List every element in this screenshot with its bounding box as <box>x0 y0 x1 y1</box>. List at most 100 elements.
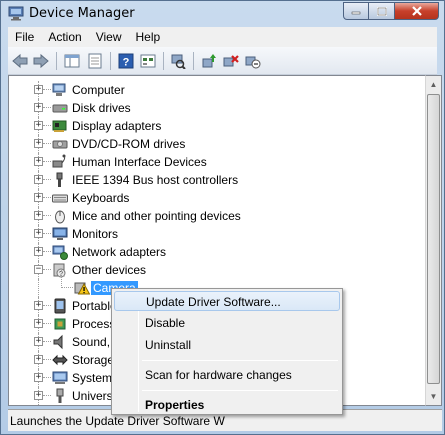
uninstall-icon[interactable] <box>223 53 239 69</box>
menu-bar: File Action View Help <box>8 27 437 47</box>
tree-item-label: Mice and other pointing devices <box>72 209 241 223</box>
tree-item-text: Disk drives <box>72 101 131 115</box>
expand-icon[interactable]: + <box>34 193 43 202</box>
tree-category-item[interactable]: + Monitors <box>9 225 425 243</box>
mouse-icon <box>55 210 65 224</box>
tree-item-label: Monitors <box>72 227 118 241</box>
menu-separator <box>142 360 338 361</box>
expand-icon[interactable]: + <box>34 121 43 130</box>
tree-category-item[interactable]: −? Other devices <box>9 261 425 279</box>
keyboard-icon <box>52 194 68 203</box>
expand-icon[interactable]: + <box>34 103 43 112</box>
tree-category-item[interactable]: + IEEE 1394 Bus host controllers <box>9 171 425 189</box>
tree-item-text: Computer <box>72 83 125 97</box>
device-manager-window: Device Manager File Action View Help ? +… <box>0 0 445 435</box>
tree-category-item[interactable]: + Disk drives <box>9 99 425 117</box>
network-adapter-icon <box>52 245 68 260</box>
expand-icon[interactable]: + <box>34 247 43 256</box>
properties-icon[interactable] <box>87 53 103 69</box>
expand-icon[interactable]: + <box>34 301 43 310</box>
warning-device-icon <box>74 282 90 295</box>
tree-item-label: Display adapters <box>72 119 161 133</box>
menu-help[interactable]: Help <box>129 30 168 44</box>
scan-hardware-icon[interactable] <box>170 53 186 69</box>
context-menu-update-driver-software[interactable]: Update Driver Software... <box>114 291 340 311</box>
tree-item-text: IEEE 1394 Bus host controllers <box>72 173 239 187</box>
context-menu-label: Uninstall <box>145 338 192 352</box>
context-menu-disable[interactable]: Disable <box>114 313 340 333</box>
expand-icon[interactable]: + <box>34 85 43 94</box>
tree-item-text: Other devices <box>72 263 147 277</box>
device-manager-icon <box>8 6 24 21</box>
menu-file[interactable]: File <box>8 30 41 44</box>
close-button[interactable] <box>395 2 439 20</box>
maximize-button[interactable] <box>369 2 395 20</box>
disable-icon[interactable] <box>245 53 261 69</box>
ieee1394-icon <box>56 172 63 187</box>
window-title: Device Manager <box>29 6 135 21</box>
expand-icon[interactable]: + <box>34 391 43 400</box>
tree-item-text: Mice and other pointing devices <box>72 209 241 223</box>
tree-category-item[interactable]: + Computer <box>9 81 425 99</box>
sound-icon <box>53 334 63 350</box>
tree-item-label: IEEE 1394 Bus host controllers <box>72 173 238 187</box>
expand-icon[interactable]: + <box>34 157 43 166</box>
view-icon[interactable] <box>140 53 156 69</box>
tree-item-text: Human Interface Devices <box>72 155 207 169</box>
tree-category-item[interactable]: + Network adapters <box>9 243 425 261</box>
title-bar[interactable]: Device Manager <box>1 1 444 27</box>
expand-icon[interactable]: + <box>34 337 43 346</box>
context-menu-label: Scan for hardware changes <box>145 368 292 382</box>
scroll-thumb[interactable] <box>427 94 440 384</box>
scroll-up-icon[interactable]: ▲ <box>426 76 441 93</box>
tree-category-item[interactable]: + DVD/CD-ROM drives <box>9 135 425 153</box>
context-menu-label: Update Driver Software... <box>146 295 281 309</box>
context-menu-scan-for-hardware-changes[interactable]: Scan for hardware changes <box>114 365 340 385</box>
collapse-icon[interactable]: − <box>34 265 43 274</box>
context-menu-label: Properties <box>145 398 205 412</box>
tree-category-item[interactable]: + Mice and other pointing devices <box>9 207 425 225</box>
context-menu-properties[interactable]: Properties <box>114 395 340 415</box>
tree-item-label: Network adapters <box>72 245 166 259</box>
tree-item-label: Other devices <box>72 263 146 277</box>
vertical-scrollbar[interactable]: ▲ ▼ <box>425 75 442 406</box>
tree-item-label: Disk drives <box>72 101 131 115</box>
tree-category-item[interactable]: + Human Interface Devices <box>9 153 425 171</box>
show-hide-console-tree-icon[interactable] <box>64 53 80 69</box>
tree-item-label: DVD/CD-ROM drives <box>72 137 185 151</box>
storage-icon <box>52 354 68 366</box>
expand-icon[interactable]: + <box>34 139 43 148</box>
tree-item-label: Human Interface Devices <box>72 155 207 169</box>
tree-item-text: DVD/CD-ROM drives <box>72 137 186 151</box>
context-menu-uninstall[interactable]: Uninstall <box>114 335 340 355</box>
minimize-icon <box>351 11 361 15</box>
update-driver-icon[interactable] <box>201 53 217 69</box>
expand-icon[interactable]: + <box>34 355 43 364</box>
toolbar: ? <box>8 47 437 75</box>
scroll-down-icon[interactable]: ▼ <box>426 388 441 405</box>
usb-icon <box>56 388 64 403</box>
expand-icon[interactable]: + <box>34 211 43 220</box>
tree-category-item[interactable]: + Keyboards <box>9 189 425 207</box>
tree-item-text: Keyboards <box>72 191 130 205</box>
system-device-icon <box>52 371 68 384</box>
other-devices-icon: ? <box>53 263 66 278</box>
minimize-button[interactable] <box>343 2 369 20</box>
svg-text:?: ? <box>123 57 130 69</box>
back-arrow-icon[interactable] <box>12 53 28 69</box>
expand-icon[interactable]: + <box>34 319 43 328</box>
expand-icon[interactable]: + <box>34 175 43 184</box>
expand-icon[interactable]: + <box>34 229 43 238</box>
forward-arrow-icon[interactable] <box>33 53 49 69</box>
close-icon <box>411 6 422 16</box>
help-icon[interactable]: ? <box>118 53 134 69</box>
tree-item-text: Display adapters <box>72 119 162 133</box>
menu-view[interactable]: View <box>89 30 129 44</box>
context-menu-label: Disable <box>145 316 186 330</box>
tree-item-label: Computer <box>72 83 125 97</box>
menu-action[interactable]: Action <box>41 30 88 44</box>
tree-category-item[interactable]: + Display adapters <box>9 117 425 135</box>
tree-item-text: Monitors <box>72 227 119 241</box>
expand-icon[interactable]: + <box>34 373 43 382</box>
context-menu: Update Driver Software... Disable Uninstal… <box>111 288 343 415</box>
